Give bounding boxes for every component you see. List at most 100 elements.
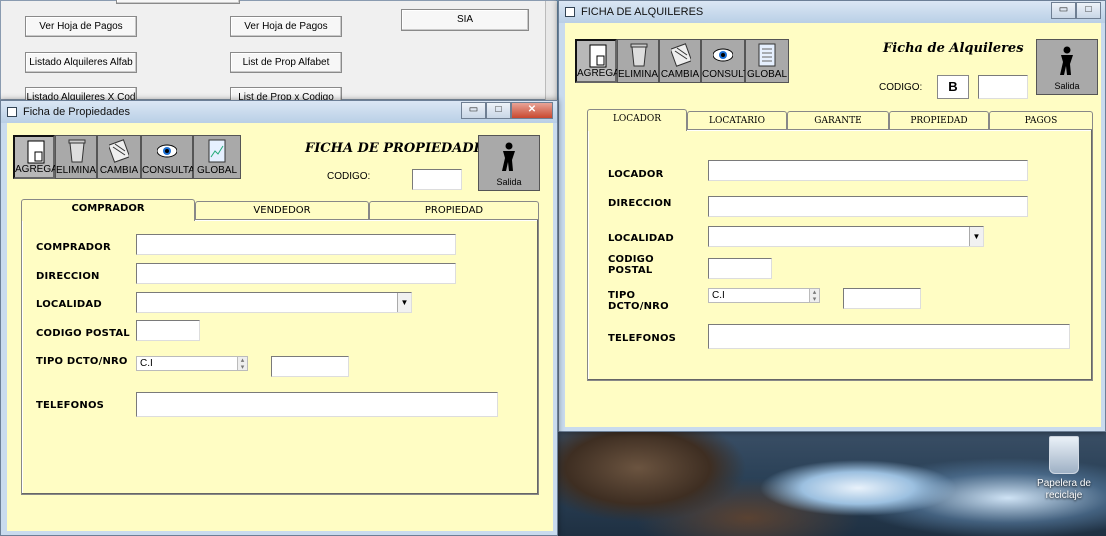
sia-button[interactable]: SIA xyxy=(401,9,529,31)
localidad-label: LOCALIDAD xyxy=(36,299,102,310)
salida-label: Salida xyxy=(496,177,522,187)
global-button[interactable]: GLOBAL xyxy=(745,39,789,83)
tipo-dcto-value: C.I xyxy=(712,290,725,301)
eye-icon xyxy=(157,144,177,158)
agrega-button[interactable]: AGREGA xyxy=(575,39,620,83)
tipo-dcto-spinner[interactable]: C.I ▴ ▾ xyxy=(708,288,820,303)
comprador-input[interactable] xyxy=(136,234,456,255)
edit-icon xyxy=(109,139,129,163)
menu-button-hidden-top[interactable] xyxy=(116,0,240,4)
tab-vendedor[interactable]: VENDEDOR xyxy=(195,201,369,220)
cambia-button[interactable]: CAMBIA xyxy=(659,39,701,83)
codigo-postal-input[interactable] xyxy=(708,258,772,279)
ver-hoja-pagos-button-1[interactable]: Ver Hoja de Pagos xyxy=(25,16,137,37)
tipo-dcto-spinner[interactable]: C.I ▴ ▾ xyxy=(136,356,248,371)
tab-garante[interactable]: GARANTE xyxy=(787,111,889,130)
agrega-label: AGREGA xyxy=(577,68,620,79)
menu-scrollbar[interactable] xyxy=(545,1,557,101)
locador-input[interactable] xyxy=(708,160,1028,181)
elimina-button[interactable]: ELIMINA xyxy=(617,39,659,83)
tab-locatario[interactable]: LOCATARIO xyxy=(687,111,787,130)
listado-alquileres-alfab-button[interactable]: Listado Alquileres Alfab xyxy=(25,52,137,73)
alquileres-client: AGREGA ELIMINA CAMBIA CONSULTA GLOBAL Fi… xyxy=(565,23,1101,427)
agrega-button[interactable]: AGREGA xyxy=(13,135,58,179)
recycle-bin-label-1: Papelera de xyxy=(1037,478,1091,489)
elimina-button[interactable]: ELIMINA xyxy=(55,135,97,179)
desktop-wallpaper xyxy=(558,428,1106,536)
codigo-postal-input[interactable] xyxy=(136,320,200,341)
propiedades-window: Ficha de Propiedades ▭ □ ✕ AGREGA ELIMIN… xyxy=(0,100,558,536)
telefonos-input[interactable] xyxy=(708,324,1070,349)
chevron-down-icon[interactable]: ▼ xyxy=(397,293,411,312)
tipo-dcto-label: TIPO DCTO/NRO xyxy=(36,356,128,367)
consulta-label: CONSULTA xyxy=(702,69,755,80)
eye-icon xyxy=(713,48,733,62)
tab-pagos[interactable]: PAGOS xyxy=(989,111,1093,130)
locador-panel: LOCADOR DIRECCION LOCALIDAD ▼ CODIGO POS… xyxy=(587,129,1093,381)
chart-document-icon xyxy=(208,139,226,163)
locador-label: LOCADOR xyxy=(608,169,664,180)
agrega-label: AGREGA xyxy=(15,164,58,175)
salida-button[interactable]: Salida xyxy=(1036,39,1098,95)
direccion-input[interactable] xyxy=(136,263,456,284)
propiedades-client: AGREGA ELIMINA CAMBIA CONSULTA GLOBAL FI… xyxy=(7,123,553,531)
menu-window: Ver Hoja de Pagos Ver Hoja de Pagos SIA … xyxy=(0,0,557,108)
codigo-input[interactable] xyxy=(978,75,1028,99)
propiedades-titlebar[interactable]: Ficha de Propiedades ▭ □ ✕ xyxy=(1,101,557,123)
tab-propiedad[interactable]: PROPIEDAD xyxy=(369,201,539,220)
localidad-select[interactable]: ▼ xyxy=(136,292,412,313)
alquileres-titlebar[interactable]: FICHA DE ALQUILERES ▭ □ xyxy=(559,1,1105,23)
codigo-input[interactable] xyxy=(412,169,462,190)
global-button[interactable]: GLOBAL xyxy=(193,135,241,179)
alquileres-title: FICHA DE ALQUILERES xyxy=(581,6,704,18)
direccion-label: DIRECCION xyxy=(36,271,100,282)
list-document-icon xyxy=(758,43,776,67)
minimize-button[interactable]: ▭ xyxy=(461,102,486,119)
exit-person-icon xyxy=(1060,46,1073,75)
recycle-bin-icon xyxy=(1049,436,1079,474)
tab-comprador[interactable]: COMPRADOR xyxy=(21,199,195,221)
chevron-down-icon[interactable]: ▼ xyxy=(969,227,983,246)
codigo-postal-label-2: POSTAL xyxy=(608,265,653,276)
localidad-select[interactable]: ▼ xyxy=(708,226,984,247)
close-button[interactable]: ✕ xyxy=(511,102,553,119)
nro-dcto-input[interactable] xyxy=(271,356,349,377)
salida-button[interactable]: Salida xyxy=(478,135,540,191)
app-icon xyxy=(565,7,575,17)
propiedades-title: Ficha de Propiedades xyxy=(23,106,131,118)
telefonos-label: TELEFONOS xyxy=(608,333,677,344)
list-prop-alfabet-button[interactable]: List de Prop Alfabet xyxy=(230,52,342,73)
alquileres-window: FICHA DE ALQUILERES ▭ □ AGREGA ELIMINA C… xyxy=(558,0,1106,432)
maximize-button[interactable]: □ xyxy=(1076,2,1101,19)
exit-person-icon xyxy=(502,142,515,171)
trash-icon xyxy=(68,139,86,163)
spinner-arrows-icon[interactable]: ▴ ▾ xyxy=(809,289,819,303)
recycle-bin[interactable]: Papelera de reciclaje xyxy=(1034,436,1094,502)
salida-label: Salida xyxy=(1054,81,1080,91)
maximize-button[interactable]: □ xyxy=(486,102,511,119)
codigo-label: CODIGO: xyxy=(879,82,923,93)
tipo-label-1: TIPO xyxy=(608,290,636,301)
minimize-button[interactable]: ▭ xyxy=(1051,2,1076,19)
direccion-input[interactable] xyxy=(708,196,1028,217)
new-document-icon xyxy=(27,140,45,164)
tab-propiedad[interactable]: PROPIEDAD xyxy=(889,111,989,130)
tab-locador[interactable]: LOCADOR xyxy=(587,109,687,131)
consulta-label: CONSULTA xyxy=(142,165,195,176)
nro-dcto-input[interactable] xyxy=(843,288,921,309)
trash-icon xyxy=(630,43,648,67)
spinner-arrows-icon[interactable]: ▴ ▾ xyxy=(237,357,247,371)
new-document-icon xyxy=(589,44,607,68)
consulta-button[interactable]: CONSULTA xyxy=(701,39,755,83)
codigo-postal-label: CODIGO POSTAL xyxy=(36,328,130,339)
telefonos-input[interactable] xyxy=(136,392,498,417)
propiedades-heading: FICHA DE PROPIEDADES xyxy=(305,141,493,156)
app-icon xyxy=(7,107,17,117)
elimina-label: ELIMINA xyxy=(56,165,97,176)
consulta-button[interactable]: CONSULTA xyxy=(141,135,195,179)
codigo-label: CODIGO: xyxy=(327,171,371,182)
cambia-button[interactable]: CAMBIA xyxy=(97,135,141,179)
elimina-label: ELIMINA xyxy=(618,69,659,80)
cambia-label: CAMBIA xyxy=(660,69,700,80)
ver-hoja-pagos-button-2[interactable]: Ver Hoja de Pagos xyxy=(230,16,342,37)
